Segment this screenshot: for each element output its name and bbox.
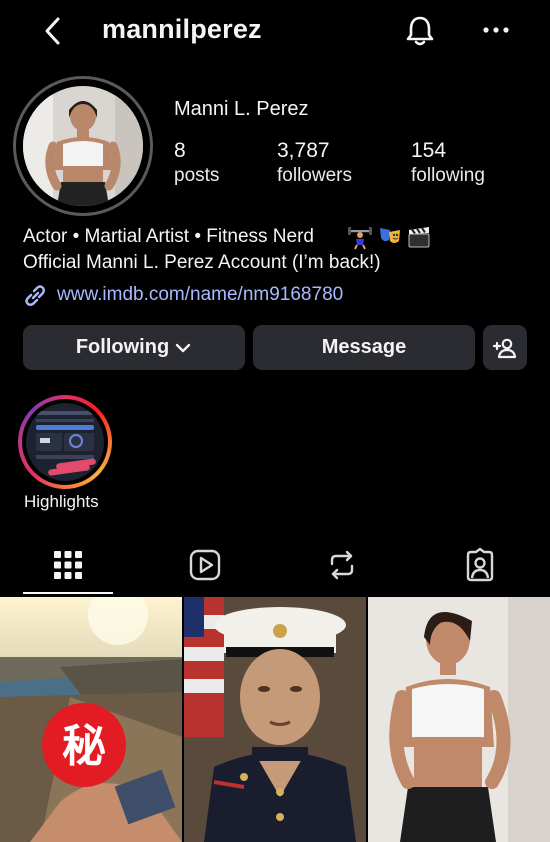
following-button[interactable]: Following [23,325,245,370]
active-tab-indicator [23,592,113,594]
post-thumbnail[interactable]: 秘 [0,597,182,842]
following-label[interactable]: following [411,165,485,187]
highlight-label: Highlights [24,492,99,511]
grid-icon[interactable] [50,547,86,583]
add-user-icon [492,338,517,358]
post-thumbnail[interactable] [368,597,550,842]
followers-label[interactable]: followers [277,165,352,187]
posts-count[interactable]: 8 [174,139,186,163]
post-image-marine-portrait [184,597,366,842]
top-bar: mannilperez [0,0,550,64]
bio-line-1: Actor • Martial Artist • Fitness Nerd [23,226,314,247]
display-name: Manni L. Perez [174,98,309,120]
following-count[interactable]: 154 [411,139,446,163]
bio-line-2: Official Manni L. Perez Account (I’m bac… [23,252,381,273]
profile-link[interactable]: www.imdb.com/name/nm9168780 [57,284,343,306]
suggested-users-button[interactable] [483,325,527,370]
performing-arts-emoji-icon [380,228,400,243]
avatar[interactable] [23,86,143,206]
reposts-icon[interactable] [324,547,360,583]
bell-icon[interactable] [402,13,438,49]
post-image-fitness-portrait [368,597,550,842]
link-icon [25,285,45,306]
profile-username: mannilperez [102,14,262,44]
highlight-screenshot-image [26,403,104,481]
posts-label[interactable]: posts [174,165,219,187]
back-arrow-icon[interactable] [38,14,70,48]
post-thumbnail[interactable] [184,597,366,842]
message-button-label: Message [321,336,407,358]
reels-icon[interactable] [187,547,223,583]
post-image-poolside: 秘 [0,597,182,842]
following-button-label: Following [75,336,170,358]
secret-stamp-icon: 秘 [62,721,106,772]
message-button[interactable]: Message [253,325,475,370]
avatar-photo [23,86,143,206]
more-options-icon[interactable] [480,20,512,40]
weightlifter-emoji-icon [348,227,372,250]
highlight-thumbnail[interactable] [26,403,104,481]
clapper-board-emoji-icon [408,227,430,248]
chevron-down-icon [175,343,191,352]
followers-count[interactable]: 3,787 [277,139,330,163]
tagged-icon[interactable] [462,547,498,583]
